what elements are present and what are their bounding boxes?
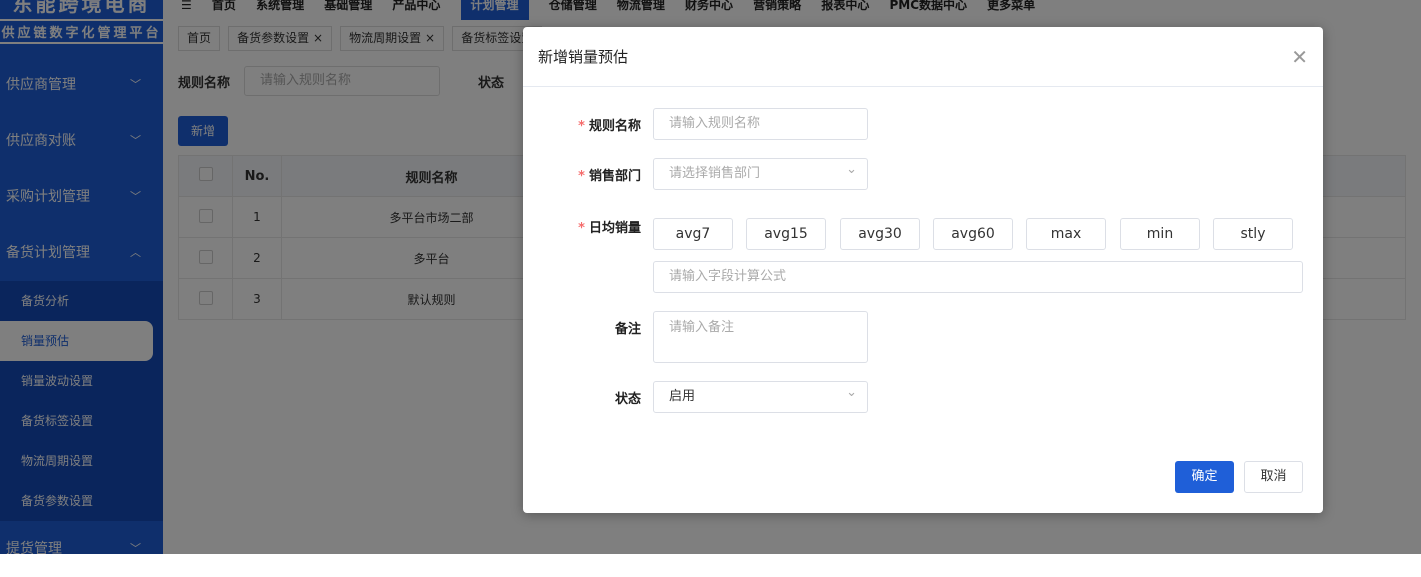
cancel-button[interactable]: 取消 <box>1244 461 1303 493</box>
sales-dept-select[interactable]: 请选择销售部门 <box>653 155 868 190</box>
close-icon[interactable]: ✕ <box>1291 45 1308 69</box>
chip-avg30[interactable]: avg30 <box>840 218 920 250</box>
chip-avg60[interactable]: avg60 <box>933 218 1013 250</box>
chip-max[interactable]: max <box>1026 218 1106 250</box>
remark-textarea[interactable]: 请输入备注 <box>653 311 868 363</box>
chip-avg15[interactable]: avg15 <box>746 218 826 250</box>
chip-min[interactable]: min <box>1120 218 1200 250</box>
chip-stly[interactable]: stly <box>1213 218 1293 250</box>
rule-name-input[interactable]: 请输入规则名称 <box>653 108 868 140</box>
formula-input[interactable]: 请输入字段计算公式 <box>653 261 1303 293</box>
confirm-button[interactable]: 确定 <box>1175 461 1234 493</box>
add-forecast-dialog: 新增销量预估 ✕ *规则名称 请输入规则名称 *销售部门 请选择销售部门 *日均… <box>523 27 1323 513</box>
dialog-title: 新增销量预估 <box>538 48 629 66</box>
status-select[interactable]: 启用 <box>653 378 868 413</box>
chip-avg7[interactable]: avg7 <box>653 218 733 250</box>
